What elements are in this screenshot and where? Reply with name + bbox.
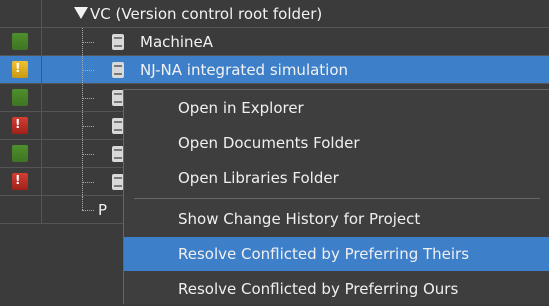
menu-item-label: Show Change History for Project <box>178 210 421 228</box>
ok-status-icon <box>12 89 28 106</box>
menu-item-label: Open Documents Folder <box>178 134 360 152</box>
status-cell: ! <box>0 112 42 139</box>
tree-item-label: NJ-NA integrated simulation <box>140 61 349 79</box>
warning-mark-icon: ! <box>15 61 21 75</box>
tree-line <box>82 70 94 71</box>
menu-item-show-change-history[interactable]: Show Change History for Project <box>124 202 549 236</box>
status-cell <box>0 28 42 55</box>
tree-item-label: MachineA <box>140 33 214 51</box>
status-cell <box>0 84 42 111</box>
menu-item-open-documents-folder[interactable]: Open Documents Folder <box>124 126 549 160</box>
context-menu: Open in Explorer Open Documents Folder O… <box>123 89 549 304</box>
menu-item-open-in-explorer[interactable]: Open in Explorer <box>124 91 549 125</box>
tree-line <box>82 154 94 155</box>
menu-item-label: Resolve Conflicted by Preferring Ours <box>178 280 459 298</box>
menu-item-label: Open Libraries Folder <box>178 169 339 187</box>
tree-row-machinea[interactable]: MachineA <box>0 28 549 56</box>
tree-root-row[interactable]: VC (Version control root folder) <box>0 0 549 28</box>
tree-line <box>82 126 94 127</box>
project-icon <box>112 34 124 50</box>
tree-line <box>82 210 94 211</box>
menu-item-label: Resolve Conflicted by Preferring Theirs <box>178 245 470 263</box>
ok-status-icon <box>12 145 28 162</box>
ok-status-icon <box>12 33 28 50</box>
status-cell: ! <box>0 168 42 195</box>
menu-separator <box>134 198 540 199</box>
tree-line <box>82 196 83 210</box>
error-mark-icon: ! <box>15 173 21 187</box>
error-mark-icon: ! <box>15 117 21 131</box>
tree-row-selected[interactable]: ! NJ-NA integrated simulation <box>0 56 549 84</box>
tree-line <box>82 42 94 43</box>
menu-item-open-libraries-folder[interactable]: Open Libraries Folder <box>124 161 549 195</box>
tree-line <box>82 98 94 99</box>
status-cell <box>0 140 42 167</box>
status-cell: ! <box>0 56 42 83</box>
root-label: VC (Version control root folder) <box>90 5 323 23</box>
expand-arrow-icon[interactable] <box>74 7 88 19</box>
tree-line <box>82 182 94 183</box>
menu-item-resolve-preferring-ours[interactable]: Resolve Conflicted by Preferring Ours <box>124 272 549 306</box>
project-icon <box>112 62 124 78</box>
menu-item-label: Open in Explorer <box>178 99 304 117</box>
menu-item-resolve-preferring-theirs[interactable]: Resolve Conflicted by Preferring Theirs <box>124 237 549 271</box>
status-cell <box>0 196 42 223</box>
status-cell <box>0 0 42 27</box>
tree-item-label: P <box>98 201 108 219</box>
